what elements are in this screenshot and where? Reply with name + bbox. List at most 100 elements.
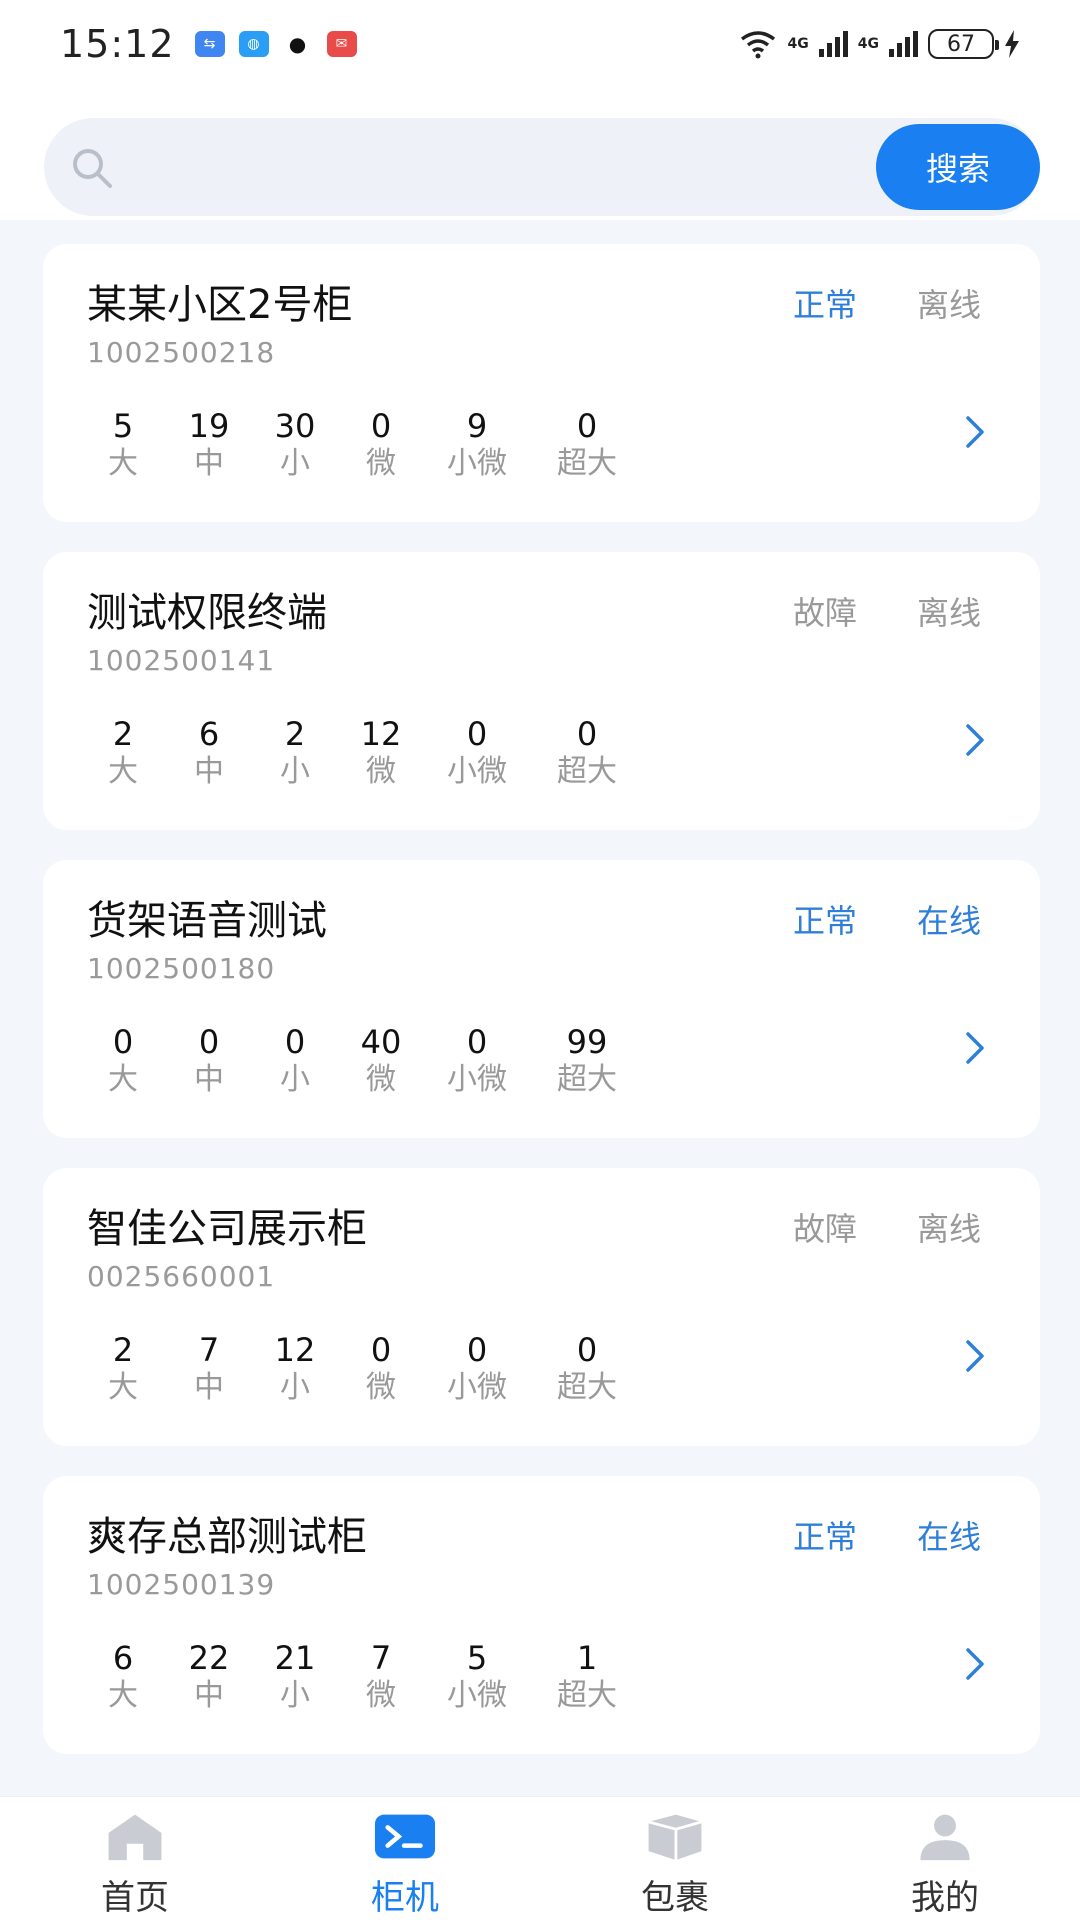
stat-item: 30 小: [255, 408, 335, 484]
stat-item: 2 大: [83, 716, 163, 792]
stat-item: 99 超大: [547, 1024, 627, 1100]
chevron-right-icon[interactable]: [958, 1330, 994, 1382]
health-status: 正常: [793, 286, 858, 324]
stat-value: 7: [198, 1331, 220, 1369]
cabinet-name: 智佳公司展示柜: [87, 1206, 367, 1252]
usb-icon: ⇆: [194, 31, 225, 57]
home-icon: [108, 1814, 162, 1861]
cabinet-code: 1002500180: [87, 952, 276, 985]
health-status: 正常: [793, 902, 858, 940]
stat-value: 21: [274, 1639, 316, 1677]
stat-label: 超大: [557, 1062, 617, 1097]
chevron-right-icon[interactable]: [958, 714, 994, 766]
stat-label: 超大: [557, 1370, 617, 1405]
cabinet-card[interactable]: 某某小区2号柜 1002500218 正常 离线 5 大 19 中 30 小 0…: [43, 244, 1040, 522]
tab-home[interactable]: 首页: [50, 1807, 220, 1919]
cabinet-card[interactable]: 智佳公司展示柜 0025660001 故障 离线 2 大 7 中 12 小 0 …: [43, 1168, 1040, 1446]
tab-cabinet[interactable]: 柜机: [320, 1807, 490, 1919]
search-input[interactable]: [134, 138, 894, 196]
stat-label: 小微: [447, 1062, 507, 1097]
stat-label: 大: [108, 1062, 138, 1097]
tab-label: 我的: [911, 1878, 979, 1918]
stat-value: 0: [370, 1331, 392, 1369]
stat-value: 0: [466, 1023, 488, 1061]
stat-label: 大: [108, 1678, 138, 1713]
status-indicators: 4G 4G 67: [738, 29, 1020, 59]
search-header: 搜索: [0, 88, 1080, 220]
stat-label: 超大: [557, 1678, 617, 1713]
stat-value: 5: [466, 1639, 488, 1677]
stat-value: 0: [198, 1023, 220, 1061]
stat-item: 0 超大: [547, 408, 627, 484]
chevron-right-icon[interactable]: [958, 1022, 994, 1074]
stat-item: 6 中: [169, 716, 249, 792]
health-status: 故障: [793, 594, 858, 632]
stat-item: 7 中: [169, 1332, 249, 1408]
cabinet-code: 1002500218: [87, 336, 276, 369]
cabinet-name: 货架语音测试: [87, 898, 327, 944]
stat-value: 99: [566, 1023, 608, 1061]
stat-item: 0 超大: [547, 1332, 627, 1408]
cabinet-name: 测试权限终端: [87, 590, 327, 636]
stat-item: 12 小: [255, 1332, 335, 1408]
cabinet-name: 某某小区2号柜: [87, 282, 353, 328]
battery-level: 67: [947, 31, 975, 57]
tab-package[interactable]: 包裹: [590, 1807, 760, 1919]
chevron-right-icon[interactable]: [958, 1638, 994, 1690]
stat-value: 7: [370, 1639, 392, 1677]
stat-label: 微: [366, 1370, 396, 1405]
stat-value: 0: [466, 1331, 488, 1369]
health-status: 故障: [793, 1210, 858, 1248]
search-button[interactable]: 搜索: [876, 124, 1040, 210]
stat-label: 小: [280, 754, 310, 789]
stat-value: 2: [284, 715, 306, 753]
stat-item: 0 小微: [437, 1024, 517, 1100]
online-status: 在线: [917, 902, 982, 940]
status-time: 15:12: [60, 22, 175, 66]
cabinet-name: 爽存总部测试柜: [87, 1514, 367, 1560]
signal-icon-2: [889, 31, 918, 57]
stat-value: 0: [370, 407, 392, 445]
tab-mine[interactable]: 我的: [860, 1807, 1030, 1919]
stat-item: 0 小: [255, 1024, 335, 1100]
stat-value: 30: [274, 407, 316, 445]
stat-label: 中: [194, 446, 224, 481]
network-label-1: 4G: [787, 36, 809, 52]
stat-value: 1: [576, 1639, 598, 1677]
stat-value: 0: [284, 1023, 306, 1061]
stat-item: 0 微: [341, 1332, 421, 1408]
stat-label: 微: [366, 446, 396, 481]
stat-label: 小: [280, 1062, 310, 1097]
cabinet-card[interactable]: 测试权限终端 1002500141 故障 离线 2 大 6 中 2 小 12 微…: [43, 552, 1040, 830]
tab-label: 首页: [101, 1878, 169, 1918]
stat-label: 小微: [447, 1370, 507, 1405]
search-icon: [73, 149, 112, 188]
stat-item: 5 大: [83, 408, 163, 484]
network-label-2: 4G: [857, 36, 879, 52]
online-status: 离线: [917, 1210, 982, 1248]
stat-item: 1 超大: [547, 1640, 627, 1716]
stat-item: 0 大: [83, 1024, 163, 1100]
cabinet-code: 1002500139: [87, 1568, 276, 1601]
chevron-right-icon[interactable]: [958, 406, 994, 458]
terminal-icon: [374, 1814, 436, 1859]
stat-value: 5: [112, 407, 134, 445]
stat-item: 7 微: [341, 1640, 421, 1716]
stat-item: 2 小: [255, 716, 335, 792]
stat-value: 6: [198, 715, 220, 753]
cabinet-list: 某某小区2号柜 1002500218 正常 离线 5 大 19 中 30 小 0…: [43, 244, 1040, 1784]
stat-label: 小: [280, 446, 310, 481]
stat-value: 12: [274, 1331, 316, 1369]
signal-icon-1: [818, 31, 848, 57]
user-icon: [920, 1814, 970, 1861]
stat-item: 0 超大: [547, 716, 627, 792]
cabinet-card[interactable]: 爽存总部测试柜 1002500139 正常 在线 6 大 22 中 21 小 7…: [43, 1476, 1040, 1754]
stat-label: 大: [108, 1370, 138, 1405]
stat-label: 小微: [447, 754, 507, 789]
cabinet-card[interactable]: 货架语音测试 1002500180 正常 在线 0 大 0 中 0 小 40 微…: [43, 860, 1040, 1138]
stat-label: 大: [108, 754, 138, 789]
stat-item: 19 中: [169, 408, 249, 484]
charging-icon: [1005, 30, 1019, 58]
stat-value: 19: [188, 407, 230, 445]
stat-label: 微: [366, 1678, 396, 1713]
